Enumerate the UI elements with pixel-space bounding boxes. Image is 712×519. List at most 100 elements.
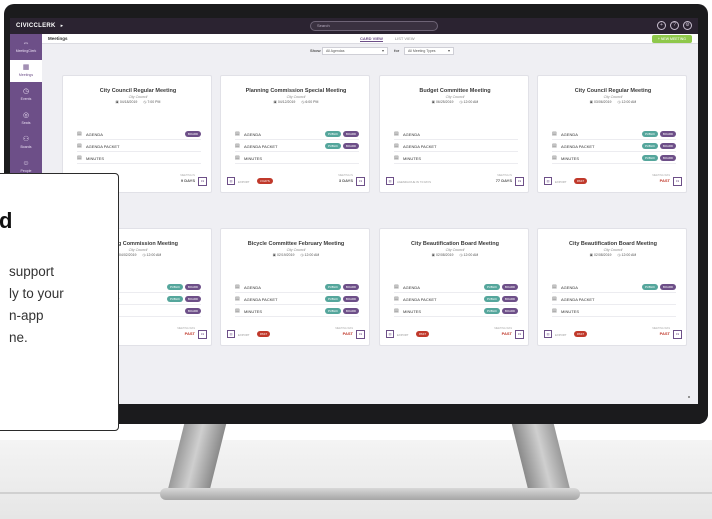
public-badge[interactable]: PUBLIC — [324, 296, 342, 302]
board-badge[interactable]: BOARD — [343, 308, 359, 314]
meeting-title[interactable]: City Beautification Board Meeting — [538, 241, 688, 247]
export-icon[interactable]: ▥ — [544, 177, 552, 185]
board-badge[interactable]: BOARD — [185, 296, 201, 302]
calendar-icon[interactable]: 19 — [673, 177, 682, 186]
board-badge[interactable]: BOARD — [185, 284, 201, 290]
public-badge[interactable]: PUBLIC — [641, 143, 659, 149]
calendar-icon[interactable]: 19 — [515, 330, 524, 339]
meeting-title[interactable]: Budget Committee Meeting — [380, 88, 530, 94]
document-row[interactable]: ▤ AGENDA PACKET — [394, 142, 518, 152]
sidebar-item-events[interactable]: ◷ Events — [10, 84, 42, 106]
settings-icon[interactable]: ⚙ — [683, 21, 692, 30]
document-icon: ▤ — [394, 143, 399, 149]
document-row[interactable]: ▤ AGENDA PUBLICBOARD — [235, 283, 359, 293]
sidebar-item-meetingclerk[interactable]: ⇔ MeetingClerk — [10, 36, 42, 58]
sidebar-item-boards[interactable]: ⚇ Boards — [10, 132, 42, 154]
chevron-right-icon[interactable]: ▸ — [61, 23, 64, 29]
public-badge[interactable]: PUBLIC — [641, 131, 659, 137]
export-icon[interactable]: ▥ — [227, 330, 235, 338]
meeting-title[interactable]: Bicycle Committee February Meeting — [221, 241, 371, 247]
document-row[interactable]: ▤ MINUTES PUBLIC BOARD — [235, 307, 359, 317]
document-row[interactable]: ▤ MINUTES — [77, 154, 201, 164]
meeting-card[interactable]: Bicycle Committee February Meeting City C… — [220, 228, 370, 346]
document-label: MINUTES — [403, 156, 421, 161]
meeting-card[interactable]: City Beautification Board Meeting City Co… — [537, 228, 687, 346]
document-row[interactable]: ▤ AGENDA BOARD — [77, 130, 201, 140]
board-badge[interactable]: BOARD — [343, 296, 359, 302]
app-logo[interactable]: CIVICCLERK — [16, 23, 56, 29]
search-input[interactable]: Search — [310, 21, 438, 31]
board-badge[interactable]: BOARD — [343, 284, 359, 290]
public-badge[interactable]: PUBLIC — [483, 308, 501, 314]
meeting-type-select[interactable]: All Meeting Types ▾ — [404, 47, 454, 55]
export-icon[interactable]: ▥ — [386, 330, 394, 338]
meeting-title[interactable]: Planning Commission Special Meeting — [221, 88, 371, 94]
agenda-select[interactable]: All Agendas ▾ — [322, 47, 388, 55]
calendar-icon[interactable]: 19 — [356, 177, 365, 186]
public-badge[interactable]: PUBLIC — [641, 155, 659, 161]
public-badge[interactable]: PUBLIC — [324, 143, 342, 149]
document-row[interactable]: ▤ MINUTES PUBLIC BOARD — [552, 154, 676, 164]
meeting-title[interactable]: City Council Regular Meeting — [63, 88, 213, 94]
document-label: AGENDA — [244, 285, 261, 290]
document-row[interactable]: ▤ AGENDA PACKET PUBLICBOARD — [552, 142, 676, 152]
document-row[interactable]: ▤ AGENDA PACKET PUBLICBOARD — [235, 295, 359, 305]
public-badge[interactable]: PUBLIC — [166, 296, 184, 302]
document-row[interactable]: ▤ AGENDA PACKET PUBLICBOARD — [394, 295, 518, 305]
calendar-icon[interactable]: 19 — [198, 330, 207, 339]
document-row[interactable]: ▤ AGENDA PACKET — [552, 295, 676, 305]
calendar-icon[interactable]: 19 — [515, 177, 524, 186]
public-badge[interactable]: PUBLIC — [166, 284, 184, 290]
document-row[interactable]: ▤ AGENDA PUBLICBOARD — [552, 130, 676, 140]
public-badge[interactable]: PUBLIC — [324, 308, 342, 314]
board-badge[interactable]: BOARD — [660, 284, 676, 290]
public-badge[interactable]: PUBLIC — [324, 131, 342, 137]
sidebar-item-seats[interactable]: ◎ Seats — [10, 108, 42, 130]
public-badge[interactable]: PUBLIC — [483, 284, 501, 290]
document-row[interactable]: ▤ MINUTES — [552, 307, 676, 317]
tab-card-view[interactable]: CARD VIEW — [360, 36, 383, 42]
badge-group: PUBLIC BOARD — [641, 284, 676, 290]
calendar-icon[interactable]: 19 — [356, 330, 365, 339]
document-row[interactable]: ▤ AGENDA PACKET — [77, 142, 201, 152]
board-badge[interactable]: BOARD — [660, 155, 676, 161]
document-row[interactable]: ▤ AGENDA PUBLICBOARD — [552, 283, 676, 293]
calendar-icon[interactable]: 19 — [673, 330, 682, 339]
export-icon[interactable]: ▥ — [386, 177, 394, 185]
export-icon[interactable]: ▥ — [227, 177, 235, 185]
board-badge[interactable]: BOARD — [502, 296, 518, 302]
board-badge[interactable]: BOARD — [660, 131, 676, 137]
public-badge[interactable]: PUBLIC — [641, 284, 659, 290]
meeting-title[interactable]: City Beautification Board Meeting — [380, 241, 530, 247]
meeting-card[interactable]: Planning Commission Special Meeting City … — [220, 75, 370, 193]
board-badge[interactable]: BOARD — [343, 143, 359, 149]
board-badge[interactable]: BOARD — [660, 143, 676, 149]
document-row[interactable]: ▤ AGENDA — [394, 130, 518, 140]
add-circle-icon[interactable]: + — [657, 21, 666, 30]
calendar-icon[interactable]: 19 — [198, 177, 207, 186]
footer-label: EXPORT — [555, 180, 567, 184]
board-badge[interactable]: BOARD — [185, 131, 201, 137]
help-icon[interactable]: ? — [670, 21, 679, 30]
document-row[interactable]: ▤ MINUTES — [394, 154, 518, 164]
board-badge[interactable]: BOARD — [502, 284, 518, 290]
board-badge[interactable]: BOARD — [502, 308, 518, 314]
document-row[interactable]: ▤ AGENDA PUBLICBOARD — [235, 130, 359, 140]
export-icon[interactable]: ▥ — [544, 330, 552, 338]
public-badge[interactable]: PUBLIC — [324, 284, 342, 290]
board-badge[interactable]: BOARD — [185, 308, 201, 314]
tab-list-view[interactable]: LIST VIEW — [395, 36, 415, 42]
new-meeting-button[interactable]: + NEW MEETING — [651, 35, 692, 43]
meeting-card[interactable]: City Beautification Board Meeting City Co… — [379, 228, 529, 346]
meeting-card[interactable]: City Council Regular Meeting City Council… — [537, 75, 687, 193]
board-badge[interactable]: BOARD — [343, 131, 359, 137]
document-row[interactable]: ▤ MINUTES — [235, 154, 359, 164]
past-badge: PAST — [574, 331, 588, 337]
public-badge[interactable]: PUBLIC — [483, 296, 501, 302]
meeting-title[interactable]: City Council Regular Meeting — [538, 88, 688, 94]
document-row[interactable]: ▤ MINUTES PUBLIC BOARD — [394, 307, 518, 317]
sidebar-item-meetings[interactable]: ▦ Meetings — [10, 60, 42, 82]
document-row[interactable]: ▤ AGENDA PUBLICBOARD — [394, 283, 518, 293]
meeting-card[interactable]: Budget Committee Meeting City Council ▣ 06… — [379, 75, 529, 193]
document-row[interactable]: ▤ AGENDA PACKET PUBLICBOARD — [235, 142, 359, 152]
